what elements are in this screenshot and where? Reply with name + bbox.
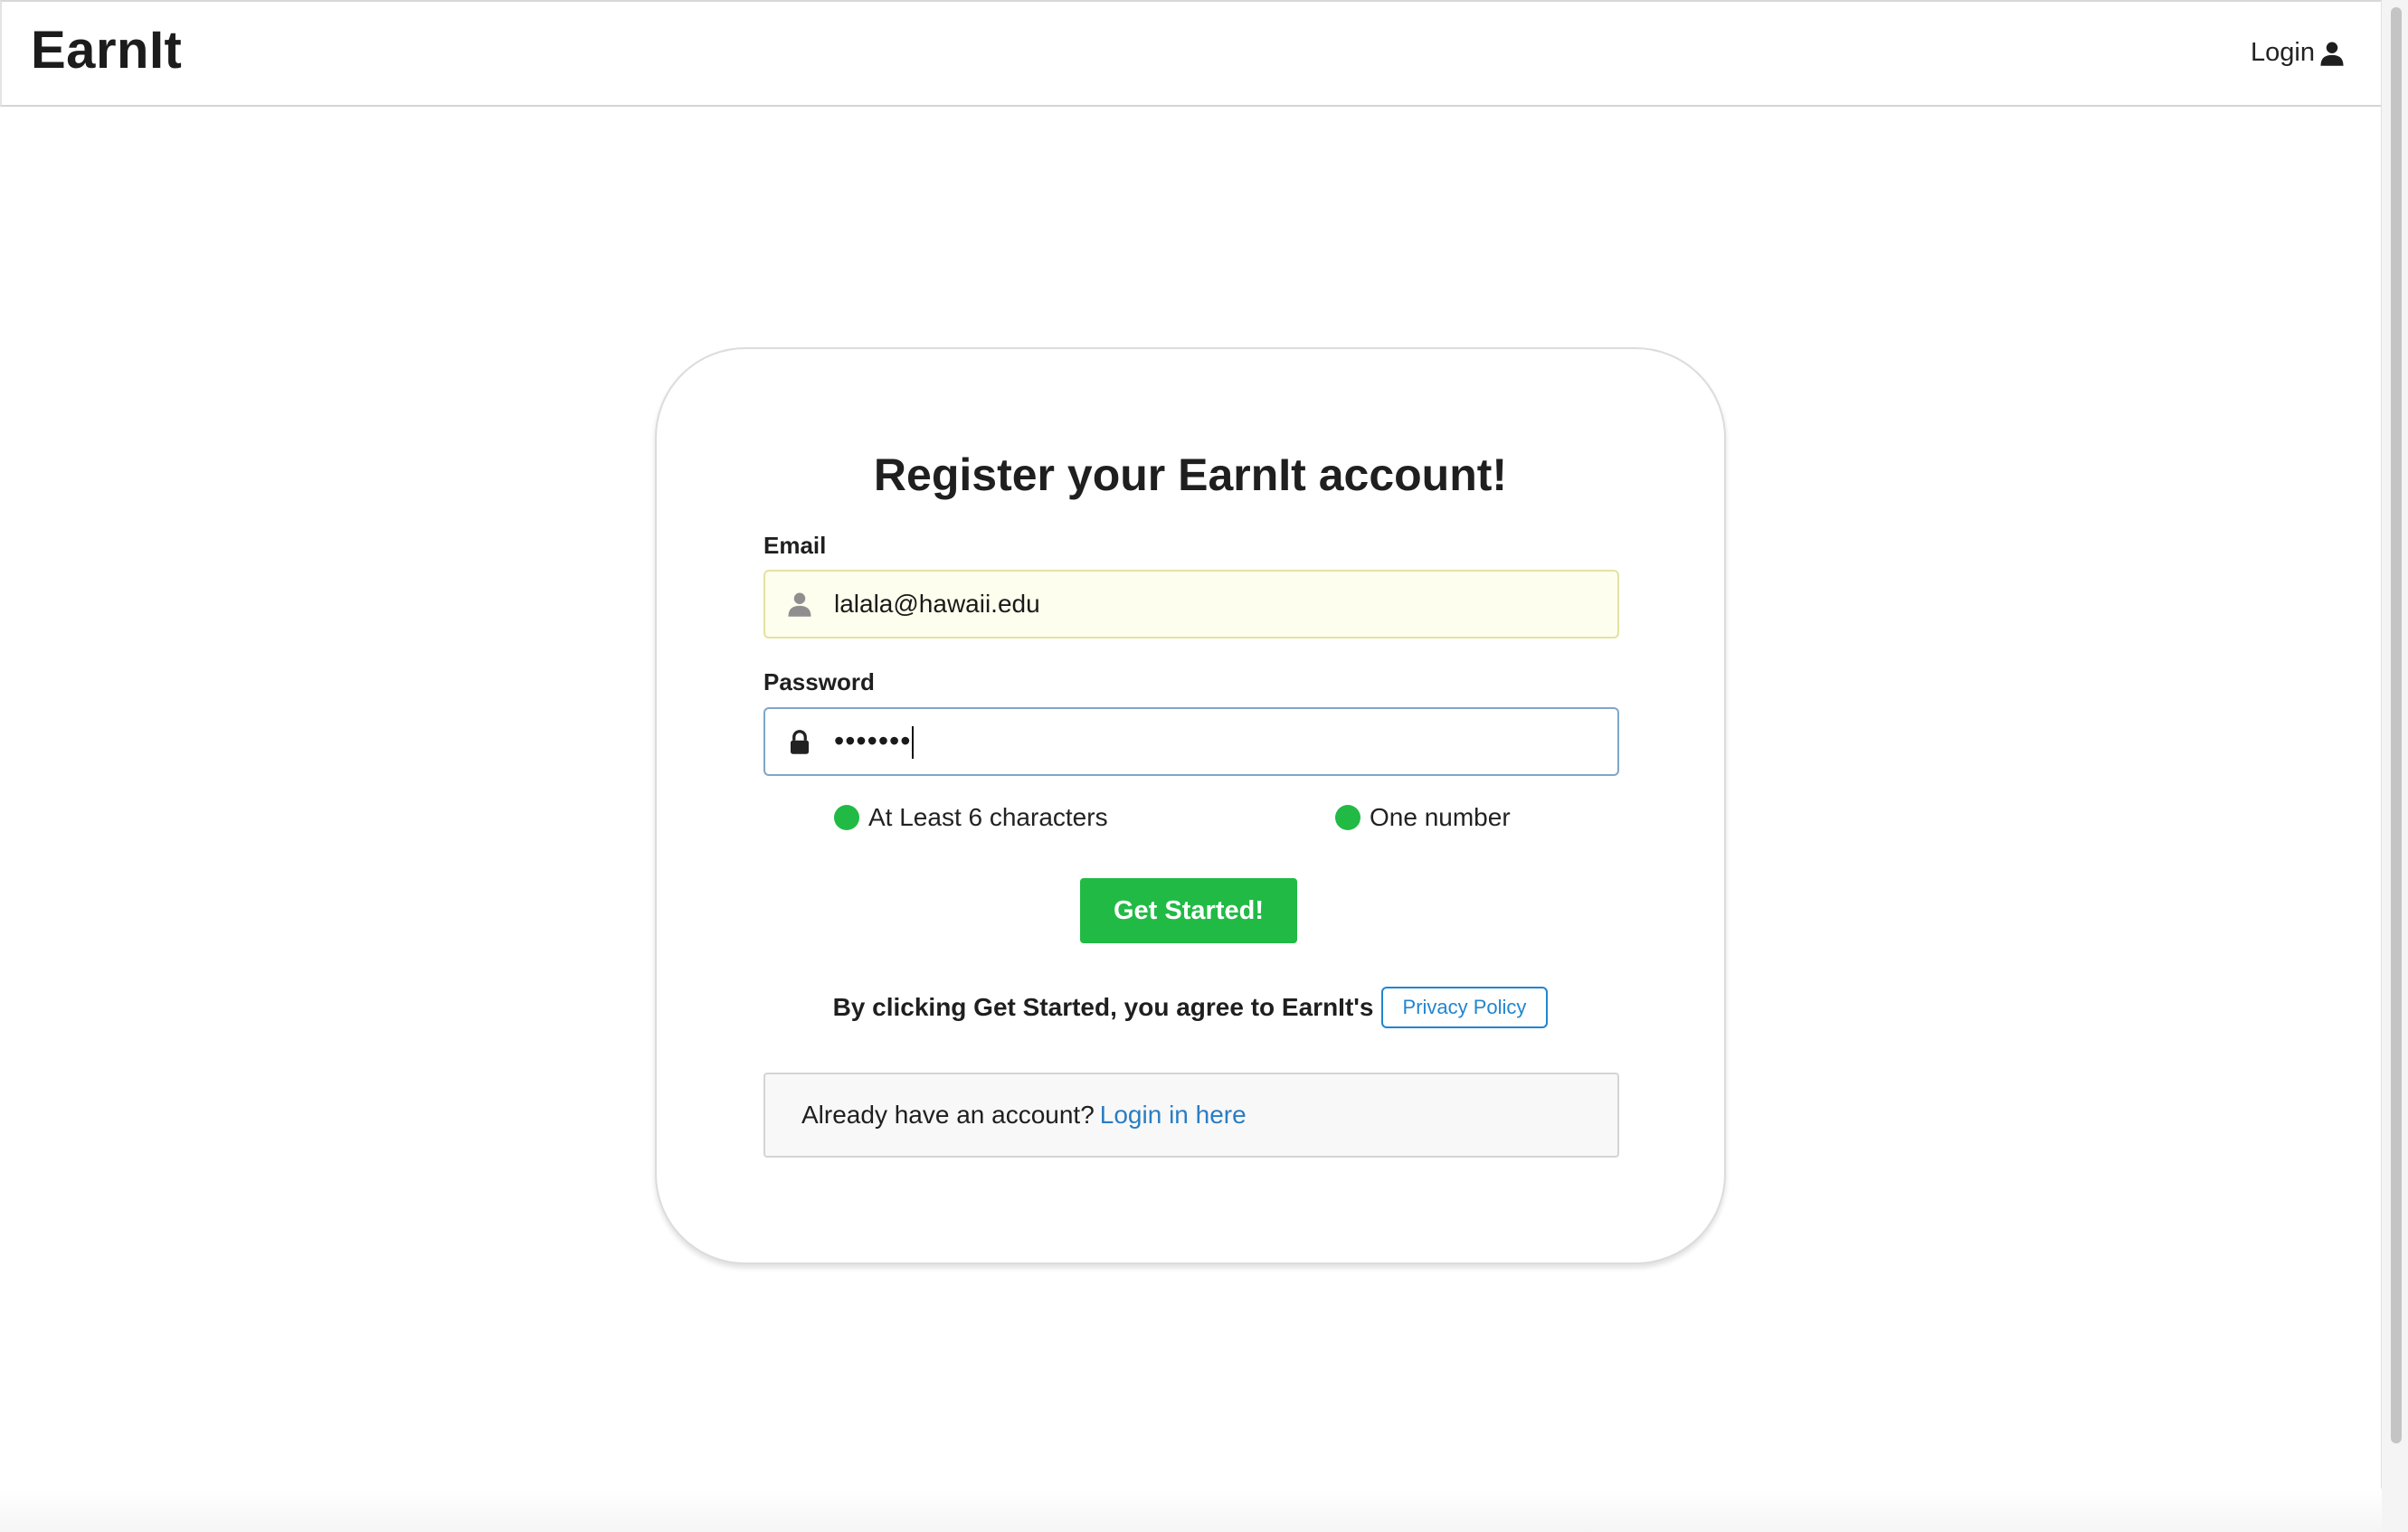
brand-logo[interactable]: EarnIt [31,20,182,80]
agreement-row: By clicking Get Started, you agree to Ea… [657,987,1724,1028]
page-title: Register your EarnIt account! [873,449,1508,500]
email-value[interactable]: lalala@hawaii.edu [834,590,1040,619]
email-label: Email [763,532,827,559]
text-caret [912,726,915,760]
register-card: Register your EarnIt account! Email lala… [655,347,1726,1264]
password-dots: ••••••• [834,723,912,757]
requirement-number: One number [1335,803,1511,832]
nav-login-label: Login [2251,38,2315,67]
privacy-policy-button[interactable]: Privacy Policy [1380,987,1549,1028]
agreement-text: By clicking Get Started, you agree to Ea… [832,993,1374,1021]
lock-icon [765,707,834,776]
get-started-button[interactable]: Get Started! [1080,878,1297,943]
nav-login-link[interactable]: Login [2251,38,2346,68]
password-label: Password [763,668,875,695]
scrollbar-thumb[interactable] [2391,7,2402,1443]
email-field[interactable]: lalala@hawaii.edu [763,570,1619,638]
requirement-min-length: At Least 6 characters [834,803,1108,832]
status-dot-icon [1335,805,1360,830]
password-value[interactable]: ••••••• [834,723,915,760]
login-message-box: Already have an account? Login in here [763,1073,1619,1158]
user-icon [765,570,834,638]
password-requirements: At Least 6 characters One number [657,803,1724,839]
already-account-text: Already have an account? [801,1101,1095,1129]
requirement-label: At Least 6 characters [868,803,1108,831]
user-icon [2320,42,2344,66]
page-scrollbar[interactable] [2381,0,2408,1532]
requirement-label: One number [1370,803,1511,831]
page-bottom-shade [0,1489,2382,1532]
top-navbar: EarnIt Login [0,0,2382,107]
password-field[interactable]: ••••••• [763,707,1619,776]
login-here-link[interactable]: Login in here [1100,1101,1247,1130]
status-dot-icon [834,805,859,830]
